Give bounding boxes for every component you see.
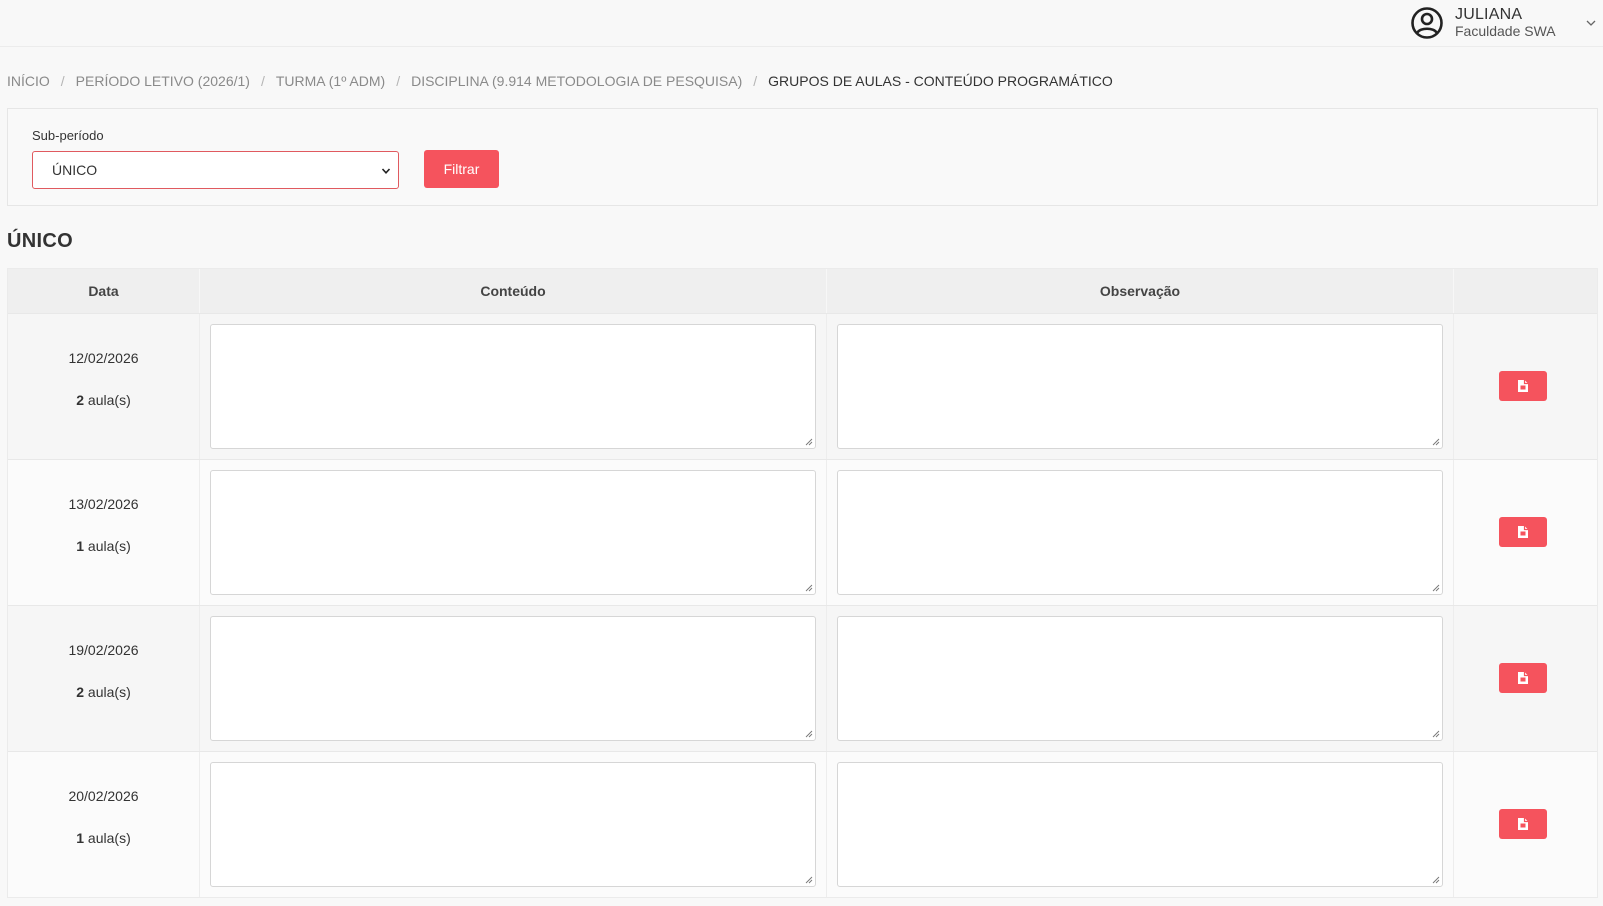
- user-menu[interactable]: JULIANA Faculdade SWA: [1410, 3, 1596, 43]
- lesson-count-number: 2: [76, 684, 85, 700]
- account-circle-icon: [1411, 7, 1443, 39]
- resize-grip-icon[interactable]: [1432, 730, 1440, 738]
- resize-grip-icon[interactable]: [1432, 584, 1440, 592]
- lesson-count-number: 1: [76, 830, 85, 846]
- lesson-count-unit: aula(s): [84, 684, 131, 700]
- breadcrumb-item-current: GRUPOS DE AULAS - CONTEÚDO PROGRAMÁTICO: [768, 73, 1113, 89]
- header-observation: Observação: [827, 269, 1454, 313]
- table-row: 13/02/2026 1 aula(s): [8, 459, 1597, 605]
- filter-panel: Sub-período ÚNICO Filtrar: [7, 108, 1598, 206]
- lesson-count: 1 aula(s): [76, 538, 130, 556]
- lesson-date: 12/02/2026: [68, 350, 139, 366]
- table-row: 20/02/2026 1 aula(s): [8, 751, 1597, 897]
- lesson-date: 19/02/2026: [68, 642, 139, 658]
- breadcrumb-separator: /: [396, 73, 401, 89]
- chevron-down-icon: [381, 168, 391, 174]
- observation-textarea[interactable]: [837, 762, 1443, 887]
- resize-grip-icon[interactable]: [805, 438, 813, 446]
- lesson-count: 2 aula(s): [76, 392, 130, 410]
- content-textarea[interactable]: [210, 616, 816, 741]
- breadcrumb-item-inicio[interactable]: INÍCIO: [7, 73, 50, 89]
- breadcrumb: INÍCIO / PERÍODO LETIVO (2026/1) / TURMA…: [7, 72, 1113, 90]
- observation-cell: [827, 314, 1454, 459]
- section-title: ÚNICO: [7, 230, 73, 252]
- document-icon: [1518, 818, 1528, 830]
- header-actions: [1454, 269, 1597, 313]
- resize-grip-icon[interactable]: [805, 584, 813, 592]
- document-icon: [1518, 380, 1528, 392]
- header-date: Data: [8, 269, 200, 313]
- resize-grip-icon[interactable]: [805, 730, 813, 738]
- action-cell: [1454, 460, 1597, 605]
- sub-periodo-select[interactable]: ÚNICO: [32, 151, 399, 189]
- table-header: Data Conteúdo Observação: [8, 269, 1597, 313]
- breadcrumb-separator: /: [753, 73, 758, 89]
- table-row: 12/02/2026 2 aula(s): [8, 313, 1597, 459]
- document-icon: [1518, 672, 1528, 684]
- date-cell: 12/02/2026 2 aula(s): [8, 314, 200, 459]
- top-bar: JULIANA Faculdade SWA: [0, 0, 1603, 47]
- content-cell: [200, 752, 827, 897]
- observation-cell: [827, 460, 1454, 605]
- lesson-count-number: 2: [76, 392, 85, 408]
- content-textarea[interactable]: [210, 762, 816, 887]
- observation-textarea[interactable]: [837, 616, 1443, 741]
- observation-cell: [827, 606, 1454, 751]
- date-cell: 13/02/2026 1 aula(s): [8, 460, 200, 605]
- content-textarea[interactable]: [210, 324, 816, 449]
- user-organization: Faculdade SWA: [1455, 23, 1556, 39]
- date-cell: 19/02/2026 2 aula(s): [8, 606, 200, 751]
- resize-grip-icon[interactable]: [805, 876, 813, 884]
- observation-textarea[interactable]: [837, 470, 1443, 595]
- resize-grip-icon[interactable]: [1432, 876, 1440, 884]
- filter-button[interactable]: Filtrar: [424, 150, 499, 188]
- breadcrumb-item-disciplina[interactable]: DISCIPLINA (9.914 METODOLOGIA DE PESQUIS…: [411, 73, 742, 89]
- save-row-button[interactable]: [1499, 663, 1547, 693]
- observation-cell: [827, 752, 1454, 897]
- action-cell: [1454, 752, 1597, 897]
- content-cell: [200, 460, 827, 605]
- content-textarea[interactable]: [210, 470, 816, 595]
- breadcrumb-item-turma[interactable]: TURMA (1º ADM): [276, 73, 385, 89]
- resize-grip-icon[interactable]: [1432, 438, 1440, 446]
- table-row: 19/02/2026 2 aula(s): [8, 605, 1597, 751]
- user-name: JULIANA: [1455, 6, 1523, 23]
- lesson-count-number: 1: [76, 538, 85, 554]
- date-cell: 20/02/2026 1 aula(s): [8, 752, 200, 897]
- lesson-count-unit: aula(s): [84, 392, 131, 408]
- breadcrumb-separator: /: [60, 73, 65, 89]
- sub-periodo-selected-value: ÚNICO: [52, 162, 98, 178]
- action-cell: [1454, 314, 1597, 459]
- lesson-count: 1 aula(s): [76, 830, 130, 848]
- save-row-button[interactable]: [1499, 371, 1547, 401]
- lesson-date: 20/02/2026: [68, 788, 139, 804]
- content-cell: [200, 606, 827, 751]
- lessons-table: Data Conteúdo Observação 12/02/2026 2 au…: [7, 268, 1598, 898]
- content-cell: [200, 314, 827, 459]
- breadcrumb-separator: /: [260, 73, 265, 89]
- lesson-count-unit: aula(s): [84, 830, 131, 846]
- breadcrumb-item-periodo-letivo[interactable]: PERÍODO LETIVO (2026/1): [76, 73, 250, 89]
- save-row-button[interactable]: [1499, 809, 1547, 839]
- observation-textarea[interactable]: [837, 324, 1443, 449]
- header-content: Conteúdo: [200, 269, 827, 313]
- document-icon: [1518, 526, 1528, 538]
- lesson-count-unit: aula(s): [84, 538, 131, 554]
- chevron-down-icon[interactable]: [1585, 17, 1597, 29]
- lesson-count: 2 aula(s): [76, 684, 130, 702]
- lesson-date: 13/02/2026: [68, 496, 139, 512]
- action-cell: [1454, 606, 1597, 751]
- sub-periodo-label: Sub-período: [32, 128, 104, 143]
- save-row-button[interactable]: [1499, 517, 1547, 547]
